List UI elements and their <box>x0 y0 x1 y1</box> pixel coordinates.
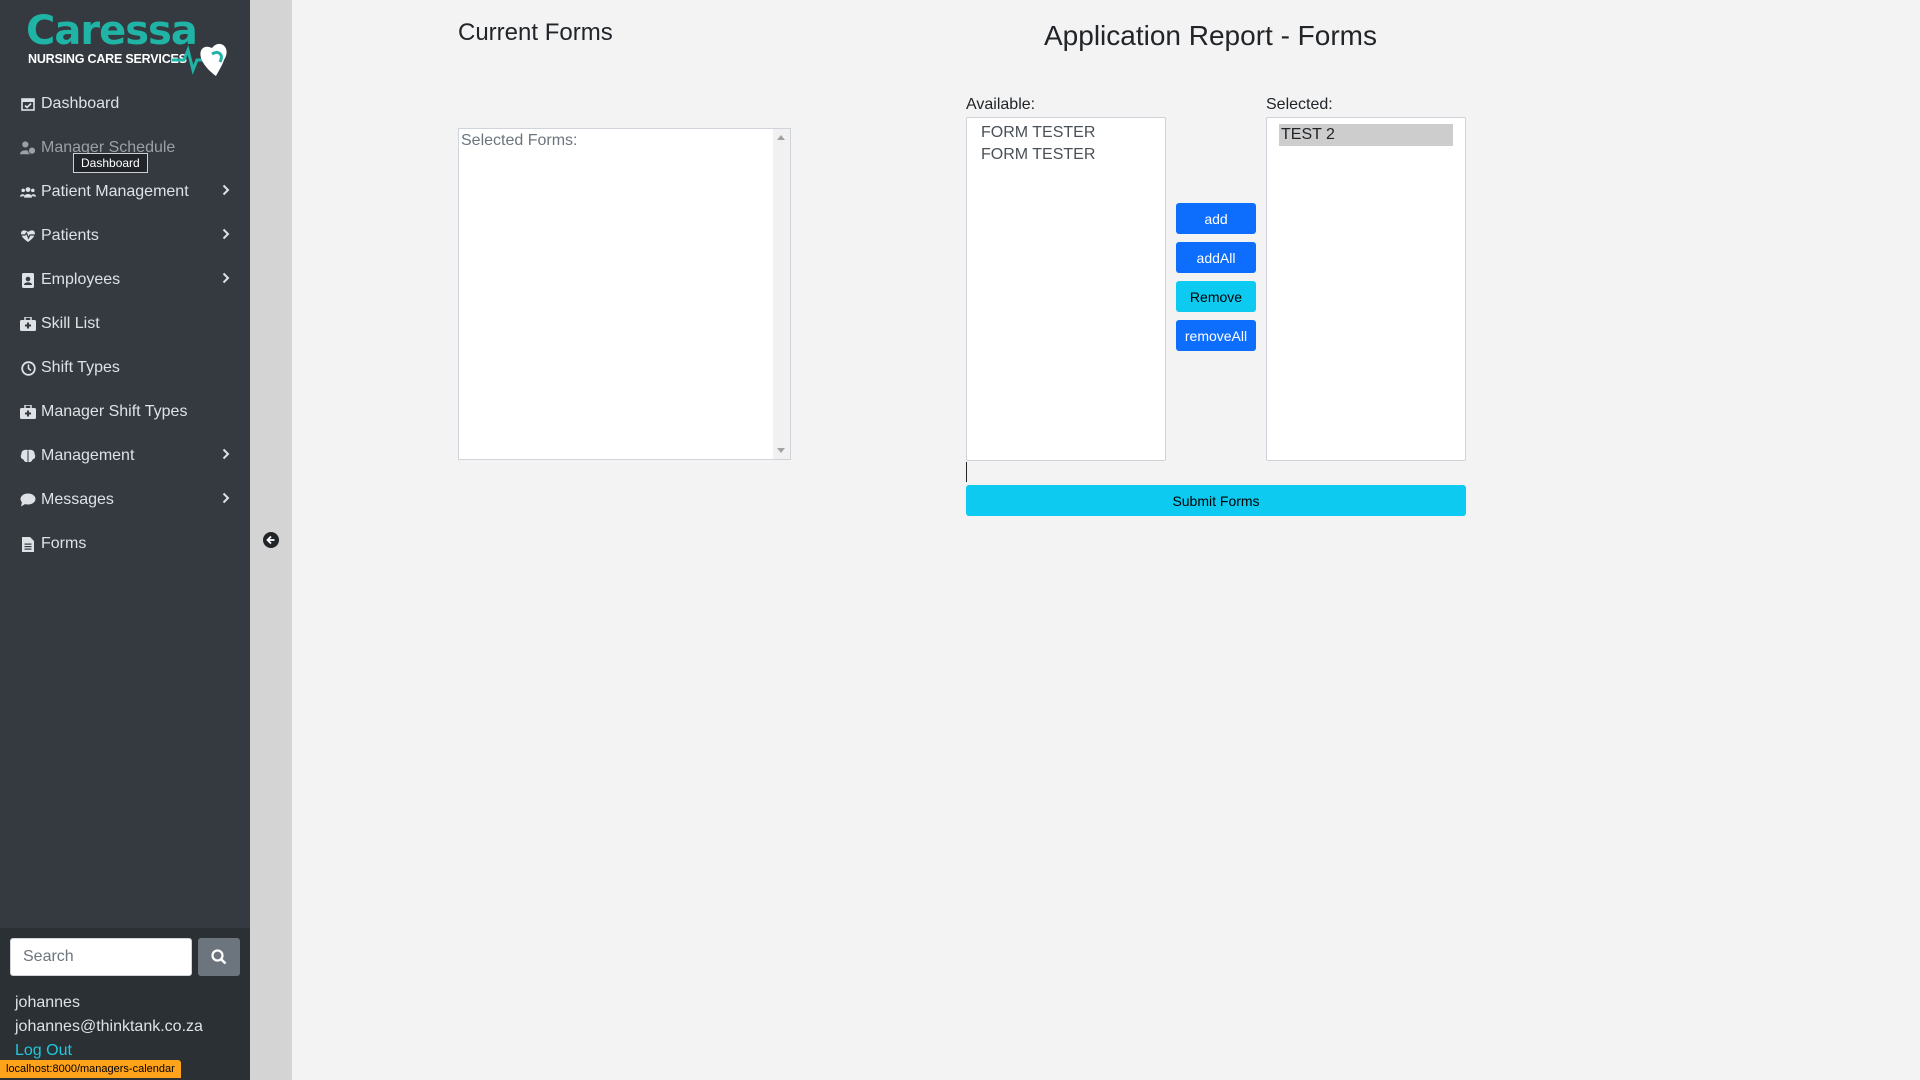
list-item[interactable]: FORM TESTER <box>981 124 1095 142</box>
medkit-icon <box>20 404 36 420</box>
sidebar-item-label: Messages <box>41 491 114 508</box>
logo-tagline: NURSING CARE SERVICES <box>28 52 187 66</box>
arrow-left-icon <box>266 535 275 545</box>
sidebar-item-management[interactable]: Management <box>0 434 250 478</box>
sidebar-item-label: Management <box>41 447 135 464</box>
sidebar-item-label: Manager Shift Types <box>41 403 188 420</box>
chevron-right-icon <box>222 228 230 240</box>
search-icon <box>211 949 227 965</box>
id-badge-icon <box>20 272 36 288</box>
logout-link[interactable]: Log Out <box>15 1042 72 1060</box>
sidebar-item-label: Skill List <box>41 315 100 332</box>
sidebar: Caressa NURSING CARE SERVICES Dashboard … <box>0 0 250 1080</box>
file-icon <box>20 536 36 552</box>
submit-forms-button[interactable]: Submit Forms <box>966 485 1466 516</box>
available-listbox[interactable]: FORM TESTER FORM TESTER <box>966 117 1166 461</box>
chevron-right-icon <box>222 448 230 460</box>
search-input[interactable] <box>10 938 192 976</box>
chevron-right-icon <box>222 184 230 196</box>
sidebar-item-skill-list[interactable]: Skill List <box>0 302 250 346</box>
sidebar-item-forms[interactable]: Forms <box>0 522 250 566</box>
sidebar-collapse-button[interactable] <box>263 532 279 548</box>
sidebar-item-label: Employees <box>41 271 121 288</box>
users-icon <box>20 184 36 200</box>
user-name: johannes <box>15 994 80 1011</box>
sidebar-item-manager-shift-types[interactable]: Manager Shift Types <box>0 390 250 434</box>
sidebar-item-label: Shift Types <box>41 359 120 376</box>
list-item[interactable]: FORM TESTER <box>981 146 1095 164</box>
remove-button[interactable]: Remove <box>1176 281 1256 312</box>
add-all-button[interactable]: addAll <box>1176 242 1256 273</box>
chevron-right-icon <box>222 492 230 504</box>
sidebar-item-label: Patient Management <box>41 183 189 200</box>
sidebar-item-patient-management[interactable]: Patient Management <box>0 170 250 214</box>
selected-forms-placeholder: Selected Forms: <box>461 132 578 149</box>
selected-listbox[interactable]: TEST 2 <box>1266 117 1466 461</box>
current-forms-title: Current Forms <box>458 19 613 46</box>
caressa-logo[interactable]: Caressa NURSING CARE SERVICES <box>22 8 232 76</box>
medkit-icon <box>20 316 36 332</box>
sidebar-item-label: Forms <box>41 535 87 552</box>
add-button[interactable]: add <box>1176 203 1256 234</box>
user-email: johannes@thinktank.co.za <box>15 1018 203 1035</box>
heart-pulse-logo-icon <box>172 43 227 76</box>
heart-pulse-icon <box>20 228 36 244</box>
sidebar-item-shift-types[interactable]: Shift Types <box>0 346 250 390</box>
brain-icon <box>20 448 36 464</box>
selected-forms-textarea[interactable]: Selected Forms: <box>458 128 791 460</box>
user-clock-icon <box>20 140 36 156</box>
scroll-up-arrow-icon[interactable] <box>777 135 785 140</box>
list-item-selected[interactable]: TEST 2 <box>1279 124 1453 146</box>
sidebar-item-patients[interactable]: Patients <box>0 214 250 258</box>
chevron-right-icon <box>222 272 230 284</box>
clock-icon <box>20 360 36 376</box>
sidebar-item-label: Dashboard <box>41 95 120 112</box>
sidebar-item-employees[interactable]: Employees <box>0 258 250 302</box>
sidebar-footer: johannes johannes@thinktank.co.za Log Ou… <box>0 928 250 1080</box>
sidebar-item-messages[interactable]: Messages <box>0 478 250 522</box>
text-caret <box>966 462 967 482</box>
calendar-check-icon <box>20 96 36 112</box>
scroll-down-arrow-icon[interactable] <box>777 448 785 453</box>
sidebar-item-dashboard[interactable]: Dashboard <box>0 82 250 126</box>
report-title: Application Report - Forms <box>1044 20 1378 51</box>
nav-tooltip: Dashboard <box>73 153 148 173</box>
available-label: Available: <box>966 96 1036 113</box>
search-button[interactable] <box>198 938 240 976</box>
sidebar-item-label: Patients <box>41 227 99 244</box>
remove-all-button[interactable]: removeAll <box>1176 320 1256 351</box>
status-bar-url: localhost:8000/managers-calendar <box>0 1060 181 1078</box>
textarea-scrollbar[interactable] <box>773 129 790 459</box>
comment-icon <box>20 492 36 508</box>
selected-label: Selected: <box>1266 96 1333 113</box>
